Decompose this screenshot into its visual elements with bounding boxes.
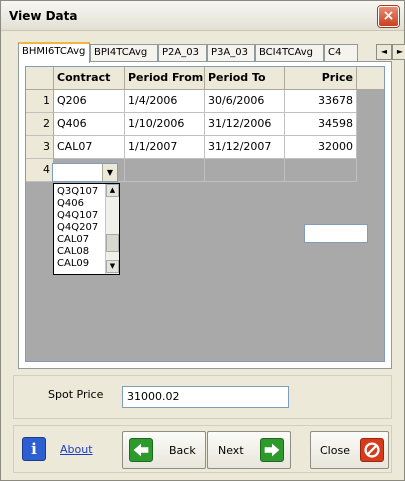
cell-contract[interactable]: Q206 [54, 90, 125, 113]
stop-icon [360, 438, 384, 462]
tab-p3a-03[interactable]: P3A_03 [207, 44, 255, 62]
cell-price[interactable]: 32000 [285, 136, 357, 159]
tab-bhmi6tcavg[interactable]: BHMI6TCAvg [18, 42, 90, 63]
dropdown-item[interactable]: CAL08 [57, 246, 89, 257]
dropdown-item[interactable]: CAL07 [57, 234, 89, 245]
contract-dropdown-list[interactable]: Q3Q107 Q406 Q4Q107 Q4Q207 CAL07 CAL08 CA… [53, 183, 120, 275]
cell-period-from[interactable]: 1/1/2007 [125, 136, 205, 159]
column-header-contract[interactable]: Contract [54, 67, 125, 90]
cell-period-to[interactable]: 31/12/2007 [205, 136, 285, 159]
cell-period-from[interactable]: 1/4/2006 [125, 90, 205, 113]
scroll-up-icon[interactable]: ▲ [106, 184, 119, 197]
tab-strip: BHMI6TCAvg BPI4TCAvg P2A_03 P3A_03 BCI4T… [18, 42, 405, 63]
dropdown-scrollbar[interactable]: ▲ ▼ [105, 184, 119, 274]
row-header[interactable]: 3 [26, 136, 54, 159]
row-header-new[interactable]: 4 [26, 159, 54, 182]
scroll-down-icon[interactable]: ▼ [106, 260, 119, 273]
column-header-period-to[interactable]: Period To [205, 67, 285, 90]
back-button[interactable]: Back [122, 431, 206, 469]
close-button[interactable]: Close [310, 431, 389, 469]
cell-contract[interactable]: Q406 [54, 113, 125, 136]
row-header[interactable]: 2 [26, 113, 54, 136]
spot-price-input[interactable]: 31000.02 [122, 386, 289, 408]
window-title: View Data [9, 9, 78, 23]
title-bar: View Data × [1, 1, 404, 31]
cell-price-new[interactable] [285, 159, 357, 182]
grid-corner [26, 67, 54, 90]
arrow-right-icon [260, 438, 284, 462]
dropdown-item[interactable]: Q3Q107 [57, 186, 98, 197]
dropdown-item[interactable]: CAL09 [57, 258, 89, 269]
view-data-window: View Data × BHMI6TCAvg BPI4TCAvg P2A_03 … [0, 0, 405, 481]
tab-p2a-03[interactable]: P2A_03 [158, 44, 207, 62]
next-button[interactable]: Next [207, 431, 291, 469]
cell-period-to-new[interactable] [205, 159, 285, 182]
cell-price[interactable]: 33678 [285, 90, 357, 113]
cell-price[interactable]: 34598 [285, 113, 357, 136]
next-label: Next [218, 444, 244, 457]
combo-dropdown-icon[interactable]: ▼ [102, 164, 117, 181]
cell-period-from[interactable]: 1/10/2006 [125, 113, 205, 136]
arrow-left-icon [129, 438, 153, 462]
window-close-button[interactable]: × [378, 6, 399, 27]
dropdown-item[interactable]: Q4Q107 [57, 210, 98, 221]
info-icon: i [22, 437, 46, 461]
tab-scroll-right-icon[interactable]: ► [392, 44, 405, 60]
spot-price-label: Spot Price [48, 388, 104, 401]
price-editor-input[interactable] [304, 224, 368, 243]
dropdown-item[interactable]: Q406 [57, 198, 84, 209]
cell-contract[interactable]: CAL07 [54, 136, 125, 159]
column-header-period-from[interactable]: Period From [125, 67, 205, 90]
tab-scroll-left-icon[interactable]: ◄ [376, 44, 392, 60]
tab-scroll: ◄ ► [376, 44, 405, 60]
close-label: Close [320, 444, 350, 457]
button-panel: i About Back Next Close [13, 425, 392, 473]
tab-bpi4tcavg[interactable]: BPI4TCAvg [90, 44, 158, 62]
scroll-thumb[interactable] [106, 234, 119, 252]
tab-c4[interactable]: C4 [324, 44, 358, 62]
contract-combo-editor[interactable]: ▼ [52, 163, 118, 182]
cell-period-from-new[interactable] [125, 159, 205, 182]
cell-period-to[interactable]: 31/12/2006 [205, 113, 285, 136]
tab-bci4tcavg[interactable]: BCI4TCAvg [255, 44, 324, 62]
row-header[interactable]: 1 [26, 90, 54, 113]
cell-period-to[interactable]: 30/6/2006 [205, 90, 285, 113]
spot-price-panel: Spot Price 31000.02 [13, 375, 392, 419]
dropdown-item[interactable]: Q4Q207 [57, 222, 98, 233]
column-header-price[interactable]: Price [285, 67, 357, 90]
about-button[interactable]: i About [19, 431, 97, 469]
about-label: About [60, 443, 93, 456]
column-header-filler [357, 67, 384, 90]
back-label: Back [169, 444, 196, 457]
